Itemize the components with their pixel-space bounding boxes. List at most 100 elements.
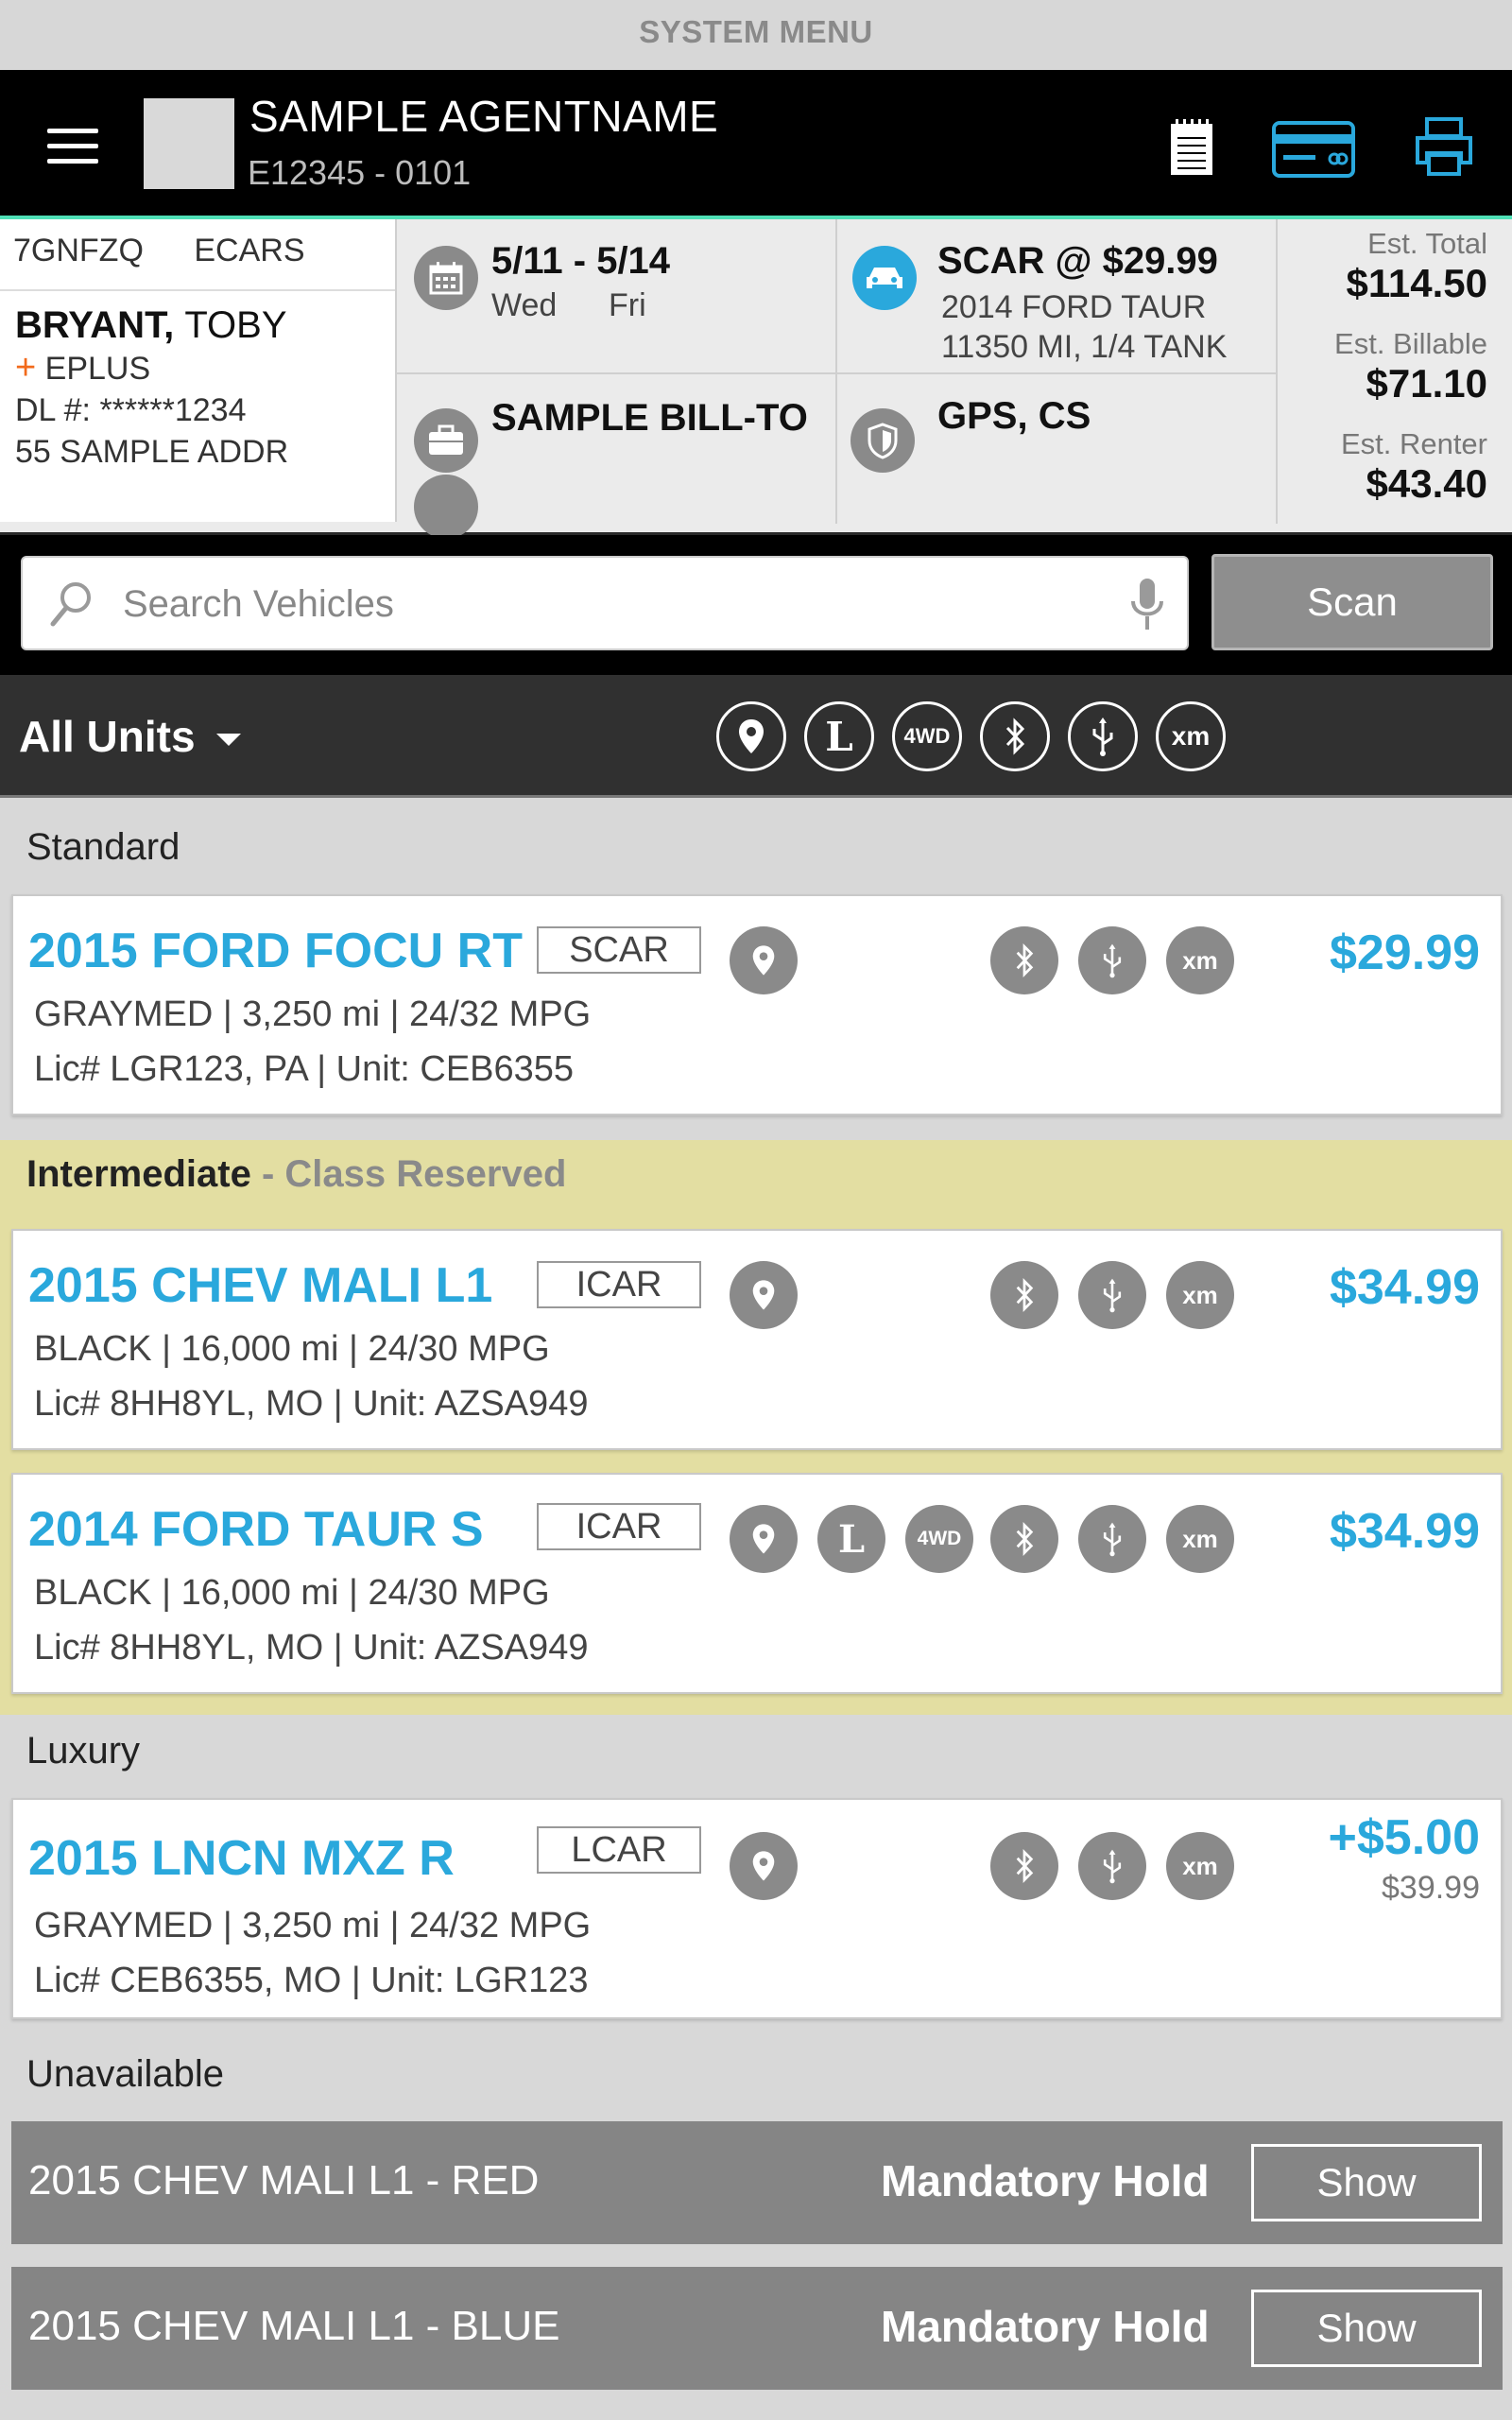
section-title-intermediate: Intermediate - Class Reserved — [0, 1140, 1512, 1196]
vehicle-license: Lic# CEB6355, MO | Unit: LGR123 — [34, 1961, 589, 2000]
car-icon — [852, 246, 917, 310]
section-intermediate: Intermediate - Class Reserved 2015 CHEV … — [0, 1140, 1512, 1715]
section-title-unavailable: Unavailable — [26, 2053, 225, 2095]
calendar-icon — [414, 246, 478, 310]
vehicle-price: $29.99 — [1329, 925, 1480, 980]
usb-icon — [1078, 1505, 1146, 1573]
unavailable-row: 2015 CHEV MALI L1 - BLUE Mandatory Hold … — [11, 2267, 1503, 2390]
filter-location-pin-icon[interactable] — [716, 701, 786, 771]
est-billable-label: Est. Billable — [1334, 327, 1487, 360]
hold-status: Mandatory Hold — [881, 2156, 1210, 2205]
rental-dates[interactable]: 5/11 - 5/14 — [491, 240, 670, 283]
vehicle-total-price: $39.99 — [1382, 1870, 1480, 1906]
usb-icon — [1078, 1261, 1146, 1329]
show-button[interactable]: Show — [1251, 2144, 1482, 2221]
reservation-summary: 7GNFZQ ECARS BRYANT, TOBY + EPLUS DL #: … — [0, 219, 1512, 539]
vehicle-card[interactable]: 2015 FORD FOCU RT SCAR GRAYMED | 3,250 m… — [11, 894, 1503, 1115]
xm-radio-icon: xm — [1166, 926, 1234, 994]
location-pin-icon[interactable] — [730, 1505, 798, 1573]
vehicle-details: GRAYMED | 3,250 mi | 24/32 MPG — [34, 1906, 592, 1945]
agent-id: E12345 - 0101 — [248, 153, 472, 192]
usb-icon — [1078, 926, 1146, 994]
scan-button[interactable]: Scan — [1211, 554, 1493, 650]
bluetooth-icon — [990, 1832, 1058, 1900]
xm-radio-icon: xm — [1166, 1505, 1234, 1573]
plus-icon: + — [15, 348, 37, 388]
section-unavailable: Unavailable 2015 CHEV MALI L1 - RED Mand… — [0, 2053, 1512, 2420]
leather-l-icon: L — [817, 1505, 885, 1573]
vehicle-card[interactable]: 2014 FORD TAUR S ICAR BLACK | 16,000 mi … — [11, 1473, 1503, 1694]
bluetooth-icon — [990, 1505, 1058, 1573]
est-total-value: $114.50 — [1346, 261, 1487, 305]
start-day: Wed — [491, 287, 558, 323]
vehicle-license: Lic# LGR123, PA | Unit: CEB6355 — [34, 1049, 575, 1089]
vehicle-price: $34.99 — [1329, 1504, 1480, 1559]
vehicle-price-upgrade: +$5.00 — [1328, 1810, 1481, 1865]
search-bar: Scan — [0, 535, 1512, 675]
search-box[interactable] — [21, 556, 1189, 650]
drivers-license: DL #: ******1234 — [15, 392, 247, 428]
vehicle-status: 11350 MI, 1/4 TANK — [941, 329, 1228, 365]
vehicle-class-badge: ICAR — [537, 1503, 701, 1550]
agent-header: SAMPLE AGENTNAME E12345 - 0101 — [0, 70, 1512, 219]
filter-bar: All Units L 4WD xm — [0, 675, 1512, 798]
vehicle-license: Lic# 8HH8YL, MO | Unit: AZSA949 — [34, 1384, 589, 1424]
all-units-dropdown[interactable]: All Units — [19, 711, 241, 762]
xm-radio-icon: xm — [1166, 1261, 1234, 1329]
est-renter-label: Est. Renter — [1340, 427, 1487, 460]
vehicle-class-badge: ICAR — [537, 1261, 701, 1308]
location-pin-icon[interactable] — [730, 1261, 798, 1329]
credit-card-icon[interactable] — [1272, 121, 1355, 178]
section-title-luxury: Luxury — [26, 1730, 141, 1772]
printer-icon[interactable] — [1414, 117, 1474, 178]
assigned-vehicle: 2014 FORD TAUR — [941, 289, 1207, 325]
vehicle-details: BLACK | 16,000 mi | 24/30 MPG — [34, 1573, 550, 1613]
microphone-icon[interactable] — [1128, 577, 1166, 633]
4wd-icon: 4WD — [905, 1505, 973, 1573]
vehicle-title[interactable]: 2015 CHEV MALI L1 — [28, 1257, 492, 1314]
est-total-label: Est. Total — [1367, 227, 1487, 260]
xm-radio-icon: xm — [1166, 1832, 1234, 1900]
filter-usb-icon[interactable] — [1068, 701, 1138, 771]
location-pin-icon[interactable] — [730, 926, 798, 994]
bill-to[interactable]: SAMPLE BILL-TO — [491, 397, 808, 440]
chevron-down-icon — [215, 734, 241, 747]
confirmation-number: 7GNFZQ — [13, 233, 144, 268]
vehicle-title[interactable]: 2015 LNCN MXZ R — [28, 1830, 455, 1887]
filter-l-chip[interactable]: L — [804, 701, 874, 771]
shield-icon — [850, 408, 915, 473]
reserved-rate[interactable]: SCAR @ $29.99 — [937, 240, 1218, 283]
bluetooth-icon — [990, 1261, 1058, 1329]
system-menu[interactable]: SYSTEM MENU — [0, 0, 1512, 70]
vehicle-title[interactable]: 2014 FORD TAUR S — [28, 1501, 484, 1558]
vehicle-details: GRAYMED | 3,250 mi | 24/32 MPG — [34, 994, 592, 1034]
bluetooth-icon — [990, 926, 1058, 994]
vehicle-license: Lic# 8HH8YL, MO | Unit: AZSA949 — [34, 1628, 589, 1668]
customer-address: 55 SAMPLE ADDR — [15, 434, 289, 470]
show-button[interactable]: Show — [1251, 2290, 1482, 2367]
section-standard: Standard 2015 FORD FOCU RT SCAR GRAYMED … — [0, 798, 1512, 1138]
est-renter-value: $43.40 — [1366, 461, 1487, 506]
filter-xm-chip[interactable]: xm — [1156, 701, 1226, 771]
usb-icon — [1078, 1832, 1146, 1900]
est-billable-value: $71.10 — [1366, 361, 1487, 406]
filter-bluetooth-icon[interactable] — [980, 701, 1050, 771]
agent-name: SAMPLE AGENTNAME — [249, 92, 719, 141]
loyalty-program: + EPLUS — [0, 347, 395, 389]
hamburger-menu-icon[interactable] — [47, 129, 98, 164]
search-icon — [50, 582, 91, 627]
loyalty-program-name: EPLUS — [44, 351, 151, 387]
briefcase-icon — [414, 408, 478, 473]
location-pin-icon[interactable] — [730, 1832, 798, 1900]
customer-last-name: BRYANT, — [15, 304, 175, 346]
vehicle-card[interactable]: 2015 CHEV MALI L1 ICAR BLACK | 16,000 mi… — [11, 1229, 1503, 1450]
search-input[interactable] — [123, 571, 1068, 637]
filter-4wd-chip[interactable]: 4WD — [892, 701, 962, 771]
protections[interactable]: GPS, CS — [937, 395, 1091, 438]
notepad-icon[interactable] — [1168, 117, 1215, 178]
vehicle-class-badge: SCAR — [537, 926, 701, 974]
vehicle-card[interactable]: 2015 LNCN MXZ R LCAR GRAYMED | 3,250 mi … — [11, 1798, 1503, 2019]
unavailable-vehicle-name: 2015 CHEV MALI L1 - BLUE — [28, 2303, 560, 2349]
vehicle-title[interactable]: 2015 FORD FOCU RT — [28, 923, 523, 979]
customer-panel[interactable]: 7GNFZQ ECARS BRYANT, TOBY + EPLUS DL #: … — [0, 219, 397, 522]
